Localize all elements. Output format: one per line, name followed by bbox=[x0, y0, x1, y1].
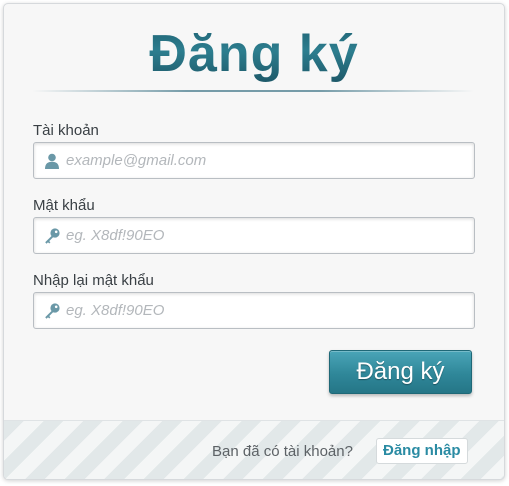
confirm-password-label: Nhập lại mật khẩu bbox=[33, 272, 154, 289]
title-divider bbox=[32, 90, 474, 92]
footer-bar: Bạn đã có tài khoản? Đăng nhập bbox=[4, 420, 504, 479]
username-label: Tài khoản bbox=[33, 122, 99, 139]
login-prompt: Bạn đã có tài khoản? bbox=[212, 443, 353, 460]
username-field-wrapper bbox=[33, 142, 475, 179]
key-icon bbox=[45, 228, 60, 244]
register-button[interactable]: Đăng ký bbox=[329, 350, 472, 394]
confirm-password-field-wrapper bbox=[33, 292, 475, 329]
password-input[interactable] bbox=[66, 218, 466, 253]
username-input[interactable] bbox=[66, 143, 466, 178]
confirm-password-input[interactable] bbox=[66, 293, 466, 328]
password-label: Mật khẩu bbox=[33, 197, 95, 214]
password-field-wrapper bbox=[33, 217, 475, 254]
register-card: Đăng ký Tài khoản Mật khẩu Nhập lại mật … bbox=[3, 3, 505, 480]
key-icon bbox=[45, 303, 60, 319]
page-title: Đăng ký bbox=[4, 22, 504, 86]
user-icon bbox=[45, 153, 59, 169]
login-link[interactable]: Đăng nhập bbox=[376, 438, 468, 464]
